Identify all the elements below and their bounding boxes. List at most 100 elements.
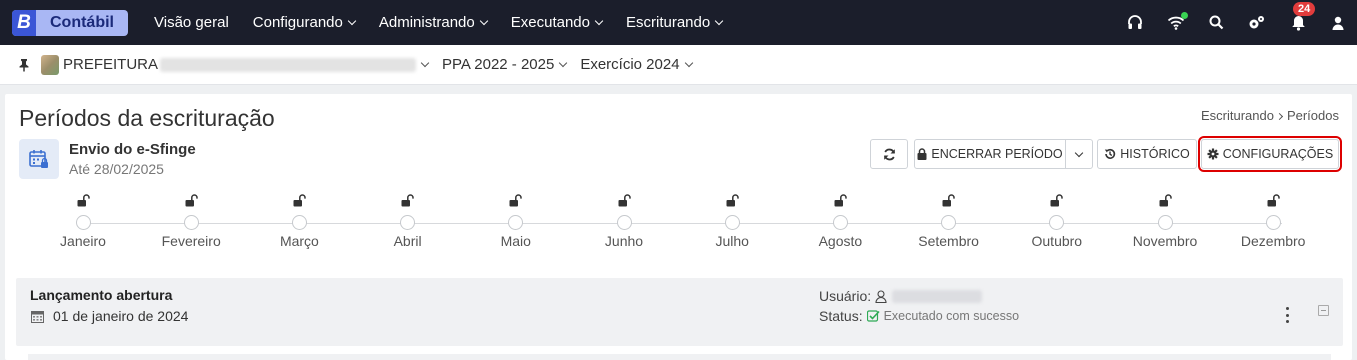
month-node[interactable] bbox=[291, 215, 307, 230]
month-node[interactable] bbox=[508, 215, 524, 230]
month-node[interactable] bbox=[1157, 215, 1173, 230]
top-icons: 24 bbox=[1116, 0, 1357, 45]
month-8[interactable]: Agosto bbox=[795, 194, 885, 249]
nav-administrando[interactable]: Administrando bbox=[378, 14, 488, 31]
section-title: Lançamento abertura bbox=[30, 287, 173, 303]
ppa-selector[interactable]: PPA 2022 - 2025 bbox=[442, 56, 568, 73]
month-node[interactable] bbox=[1265, 215, 1281, 230]
main-nav: Visão geral Configurando Administrando E… bbox=[142, 14, 734, 31]
month-node[interactable] bbox=[724, 215, 740, 230]
user-outline-icon bbox=[875, 289, 887, 303]
month-label: Junho bbox=[604, 233, 644, 249]
configuracoes-label: CONFIGURAÇÕES bbox=[1222, 147, 1334, 161]
month-node[interactable] bbox=[616, 215, 632, 230]
collapse-icon[interactable] bbox=[1318, 305, 1329, 316]
entity-name: PREFEITURA bbox=[63, 56, 159, 73]
status-text: Executado com sucesso bbox=[883, 309, 1020, 323]
lock-icon bbox=[917, 148, 927, 160]
headset-icon[interactable] bbox=[1126, 14, 1144, 32]
exercicio-label: Exercício 2024 bbox=[580, 56, 680, 73]
month-7[interactable]: Julho bbox=[687, 194, 777, 249]
entity-selector[interactable]: PREFEITURA bbox=[63, 56, 430, 73]
page-title: Períodos da escrituração bbox=[19, 105, 275, 131]
month-node[interactable] bbox=[400, 215, 416, 230]
month-label: Novembro bbox=[1132, 233, 1198, 249]
month-label: Maio bbox=[500, 233, 531, 249]
unlock-icon bbox=[401, 194, 414, 207]
month-node[interactable] bbox=[941, 215, 957, 230]
month-node[interactable] bbox=[75, 215, 91, 230]
status-row: Status: Executado com sucesso bbox=[819, 308, 1019, 324]
wifi-icon[interactable] bbox=[1167, 11, 1188, 32]
unlock-icon bbox=[618, 194, 631, 207]
month-4[interactable]: Abril bbox=[363, 194, 453, 249]
breadcrumb-item-escriturando[interactable]: Escriturando bbox=[1201, 108, 1274, 123]
nav-label: Administrando bbox=[378, 14, 475, 31]
nav-visao-geral[interactable]: Visão geral bbox=[154, 14, 229, 31]
context-bar: PREFEITURA PPA 2022 - 2025 Exercício 202… bbox=[0, 45, 1357, 85]
unlock-icon bbox=[942, 194, 955, 207]
search-icon[interactable] bbox=[1207, 14, 1225, 32]
nav-label: Escriturando bbox=[625, 14, 711, 31]
encerrar-label: ENCERRAR PERÍODO bbox=[931, 147, 1063, 161]
top-navbar: B Contábil Visão geral Configurando Admi… bbox=[0, 0, 1357, 45]
month-1[interactable]: Janeiro bbox=[38, 194, 128, 249]
refresh-icon bbox=[883, 148, 895, 160]
nav-escriturando[interactable]: Escriturando bbox=[625, 14, 724, 31]
bell-icon[interactable]: 24 bbox=[1289, 1, 1316, 32]
month-label: Abril bbox=[393, 233, 422, 249]
month-2[interactable]: Fevereiro bbox=[146, 194, 236, 249]
month-label: Setembro bbox=[918, 233, 979, 249]
month-10[interactable]: Outubro bbox=[1012, 194, 1102, 249]
nav-label: Visão geral bbox=[154, 14, 229, 31]
month-11[interactable]: Novembro bbox=[1120, 194, 1210, 249]
month-label: Julho bbox=[715, 233, 749, 249]
status-label: Status: bbox=[819, 308, 863, 324]
gear-icon bbox=[1207, 148, 1219, 160]
month-label: Outubro bbox=[1031, 233, 1083, 249]
month-node[interactable] bbox=[183, 215, 199, 230]
more-options-icon[interactable] bbox=[1282, 305, 1292, 325]
month-12[interactable]: Dezembro bbox=[1228, 194, 1318, 249]
chevron-down-icon bbox=[684, 58, 693, 68]
month-6[interactable]: Junho bbox=[579, 194, 669, 249]
encerrar-dropdown-toggle[interactable] bbox=[1065, 139, 1093, 169]
section-date-text: 01 de janeiro de 2024 bbox=[53, 308, 189, 324]
refresh-button[interactable] bbox=[870, 139, 908, 169]
entity-name-redacted bbox=[160, 57, 417, 72]
gears-icon[interactable] bbox=[1247, 14, 1265, 32]
month-label: Dezembro bbox=[1240, 233, 1306, 249]
breadcrumb: Escriturando Períodos bbox=[1201, 108, 1339, 123]
nav-configurando[interactable]: Configurando bbox=[252, 14, 357, 31]
month-node[interactable] bbox=[1049, 215, 1065, 230]
month-label: Março bbox=[279, 233, 319, 249]
chevron-down-icon bbox=[1074, 148, 1084, 157]
online-dot bbox=[1181, 11, 1188, 19]
month-5[interactable]: Maio bbox=[471, 194, 561, 249]
configuracoes-button[interactable]: CONFIGURAÇÕES bbox=[1198, 136, 1342, 172]
months-timeline: Janeiro Fevereiro Março Abril Maio Junho Julho… bbox=[5, 194, 1352, 254]
historico-button[interactable]: HISTÓRICO bbox=[1097, 139, 1197, 169]
pin-icon[interactable] bbox=[17, 58, 31, 72]
history-icon bbox=[1105, 148, 1116, 159]
chevron-down-icon bbox=[559, 58, 568, 68]
entity-crest-icon bbox=[41, 54, 59, 75]
brand-logo[interactable]: B Contábil bbox=[12, 9, 128, 36]
encerrar-periodo-button[interactable]: ENCERRAR PERÍODO bbox=[914, 139, 1066, 169]
calendar-lock-icon bbox=[19, 139, 59, 179]
user-row: Usuário: bbox=[819, 288, 983, 304]
month-3[interactable]: Março bbox=[254, 194, 344, 249]
month-node[interactable] bbox=[832, 215, 848, 230]
nav-label: Executando bbox=[510, 14, 590, 31]
chevron-down-icon bbox=[420, 58, 430, 68]
ppa-label: PPA 2022 - 2025 bbox=[442, 56, 555, 73]
user-icon[interactable] bbox=[1329, 14, 1347, 32]
month-label: Janeiro bbox=[60, 233, 106, 249]
status-value: Executado com sucesso bbox=[866, 309, 1020, 323]
nav-executando[interactable]: Executando bbox=[510, 14, 604, 31]
nav-label: Configurando bbox=[252, 14, 343, 31]
unlock-icon bbox=[185, 194, 198, 207]
calendar-icon bbox=[31, 310, 44, 323]
month-9[interactable]: Setembro bbox=[904, 194, 994, 249]
exercicio-selector[interactable]: Exercício 2024 bbox=[580, 56, 693, 73]
